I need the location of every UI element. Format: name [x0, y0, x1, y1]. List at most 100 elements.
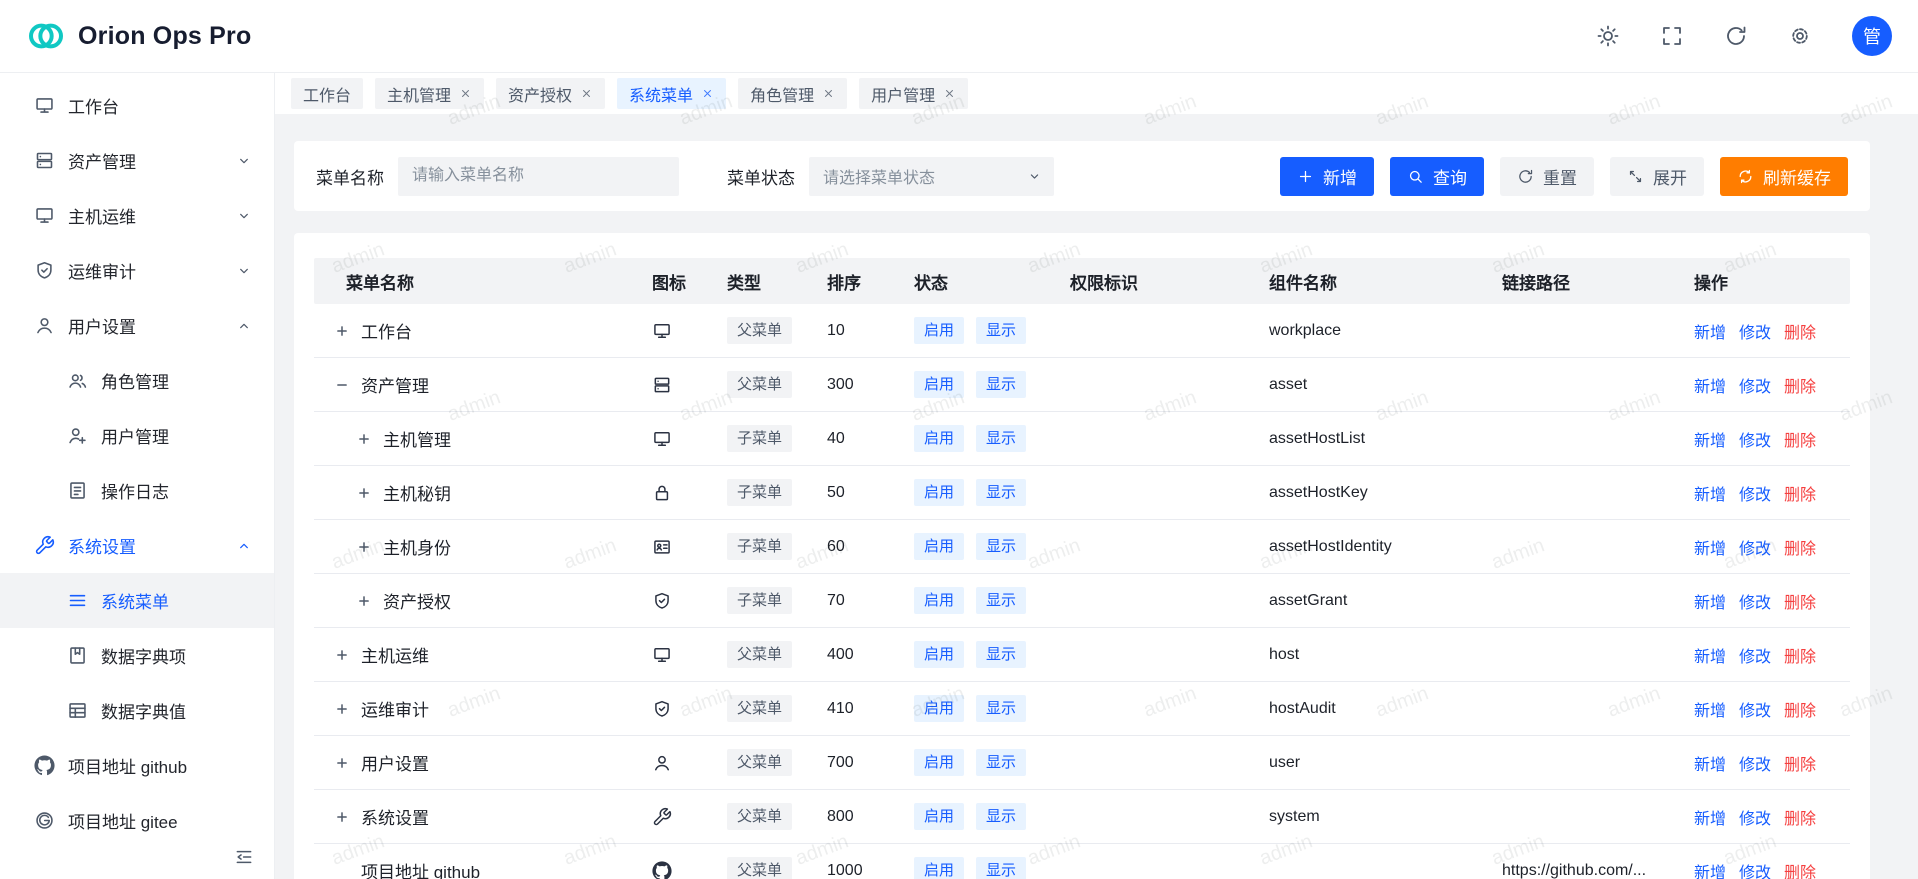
plus-icon: [1297, 168, 1314, 185]
row-add-link[interactable]: 新增: [1694, 649, 1726, 666]
tree-expand-icon[interactable]: [355, 592, 373, 610]
row-delete-link[interactable]: 删除: [1784, 649, 1816, 666]
sidebar-item-asset-management[interactable]: 资产管理: [0, 133, 274, 188]
row-actions: 新增修改删除: [1678, 373, 1850, 397]
sort-value: 1000: [811, 862, 898, 879]
sidebar-item-workbench[interactable]: 工作台: [0, 78, 274, 133]
tab-role-management[interactable]: 角色管理: [738, 78, 847, 109]
expand-button[interactable]: 展开: [1610, 157, 1704, 196]
sidebar-item-gitee[interactable]: 项目地址 gitee: [0, 793, 274, 848]
sidebar-item-system-settings[interactable]: 系统设置: [0, 518, 274, 573]
reset-button[interactable]: 重置: [1500, 157, 1594, 196]
tab-workbench[interactable]: 工作台: [291, 78, 363, 109]
component-value: assetHostList: [1253, 430, 1486, 448]
row-add-link[interactable]: 新增: [1694, 811, 1726, 828]
row-edit-link[interactable]: 修改: [1739, 595, 1771, 612]
row-add-link[interactable]: 新增: [1694, 325, 1726, 342]
tab-close-icon[interactable]: [943, 87, 956, 100]
status-enabled-tag: 启用: [914, 857, 964, 879]
row-delete-link[interactable]: 删除: [1784, 379, 1816, 396]
row-edit-link[interactable]: 修改: [1739, 703, 1771, 720]
menu-status-select[interactable]: 请选择菜单状态: [809, 157, 1054, 196]
tab-close-icon[interactable]: [822, 87, 835, 100]
sidebar: 工作台 资产管理 主机运维 运维审计 用户设置 角色管理 用户管理 操作日志 系…: [0, 73, 275, 879]
table-row: 资产授权 子菜单 70 启用显示 assetGrant 新增修改删除: [314, 574, 1850, 628]
tab-host-management[interactable]: 主机管理: [375, 78, 484, 109]
sidebar-item-user-settings[interactable]: 用户设置: [0, 298, 274, 353]
tree-expand-icon[interactable]: [333, 322, 351, 340]
refresh-icon[interactable]: [1724, 24, 1748, 48]
tree-collapse-icon[interactable]: [333, 376, 351, 394]
chevron-up-icon: [236, 318, 252, 334]
status-visible-tag: 显示: [976, 533, 1026, 560]
sidebar-item-operation-log[interactable]: 操作日志: [0, 463, 274, 518]
row-edit-link[interactable]: 修改: [1739, 325, 1771, 342]
sidebar-item-ops-audit[interactable]: 运维审计: [0, 243, 274, 298]
sidebar-item-dict-values[interactable]: 数据字典值: [0, 683, 274, 738]
row-add-link[interactable]: 新增: [1694, 541, 1726, 558]
sidebar-item-system-menu[interactable]: 系统菜单: [0, 573, 274, 628]
row-edit-link[interactable]: 修改: [1739, 379, 1771, 396]
row-add-link[interactable]: 新增: [1694, 379, 1726, 396]
sync-icon: [1737, 168, 1754, 185]
sidebar-item-role-management[interactable]: 角色管理: [0, 353, 274, 408]
tree-leaf-spacer: [333, 862, 351, 879]
row-edit-link[interactable]: 修改: [1739, 811, 1771, 828]
tab-close-icon[interactable]: [701, 87, 714, 100]
row-edit-link[interactable]: 修改: [1739, 487, 1771, 504]
tab-bar: 工作台 主机管理 资产授权 系统菜单 角色管理 用户管理: [275, 73, 1918, 114]
row-edit-link[interactable]: 修改: [1739, 865, 1771, 879]
tree-expand-icon[interactable]: [355, 538, 373, 556]
row-edit-link[interactable]: 修改: [1739, 541, 1771, 558]
add-button[interactable]: 新增: [1280, 157, 1374, 196]
expand-icon: [1627, 168, 1644, 185]
sidebar-item-user-management[interactable]: 用户管理: [0, 408, 274, 463]
tree-expand-icon[interactable]: [333, 808, 351, 826]
tree-expand-icon[interactable]: [333, 700, 351, 718]
row-delete-link[interactable]: 删除: [1784, 487, 1816, 504]
sidebar-item-host-ops[interactable]: 主机运维: [0, 188, 274, 243]
tab-close-icon[interactable]: [580, 87, 593, 100]
sidebar-collapse-icon[interactable]: [234, 847, 254, 867]
tree-expand-icon[interactable]: [333, 646, 351, 664]
tree-expand-icon[interactable]: [333, 754, 351, 772]
row-edit-link[interactable]: 修改: [1739, 649, 1771, 666]
component-value: user: [1253, 754, 1486, 772]
search-button[interactable]: 查询: [1390, 157, 1484, 196]
menu-name-input[interactable]: [398, 157, 679, 196]
desktop-icon: [34, 95, 55, 116]
menu-name-cell: 运维审计: [314, 696, 636, 721]
sidebar-item-github[interactable]: 项目地址 github: [0, 738, 274, 793]
row-delete-link[interactable]: 删除: [1784, 757, 1816, 774]
row-delete-link[interactable]: 删除: [1784, 433, 1816, 450]
theme-icon[interactable]: [1596, 24, 1620, 48]
tab-user-management[interactable]: 用户管理: [859, 78, 968, 109]
tab-asset-grant[interactable]: 资产授权: [496, 78, 605, 109]
row-delete-link[interactable]: 删除: [1784, 865, 1816, 879]
row-add-link[interactable]: 新增: [1694, 487, 1726, 504]
row-delete-link[interactable]: 删除: [1784, 325, 1816, 342]
row-edit-link[interactable]: 修改: [1739, 757, 1771, 774]
user-avatar[interactable]: 管: [1852, 16, 1892, 56]
row-delete-link[interactable]: 删除: [1784, 703, 1816, 720]
row-add-link[interactable]: 新增: [1694, 757, 1726, 774]
app-brand[interactable]: Orion Ops Pro: [26, 16, 251, 56]
row-delete-link[interactable]: 删除: [1784, 541, 1816, 558]
row-edit-link[interactable]: 修改: [1739, 433, 1771, 450]
tab-system-menu[interactable]: 系统菜单: [617, 78, 726, 109]
fullscreen-icon[interactable]: [1660, 24, 1684, 48]
row-delete-link[interactable]: 删除: [1784, 811, 1816, 828]
tree-expand-icon[interactable]: [355, 484, 373, 502]
row-delete-link[interactable]: 删除: [1784, 595, 1816, 612]
row-add-link[interactable]: 新增: [1694, 595, 1726, 612]
menu-name-label: 菜单名称: [316, 164, 384, 189]
sidebar-item-dict-items[interactable]: 数据字典项: [0, 628, 274, 683]
refresh-cache-button[interactable]: 刷新缓存: [1720, 157, 1848, 196]
header-actions: 管: [1596, 16, 1892, 56]
tab-close-icon[interactable]: [459, 87, 472, 100]
tree-expand-icon[interactable]: [355, 430, 373, 448]
row-add-link[interactable]: 新增: [1694, 865, 1726, 879]
row-add-link[interactable]: 新增: [1694, 703, 1726, 720]
row-add-link[interactable]: 新增: [1694, 433, 1726, 450]
settings-icon[interactable]: [1788, 24, 1812, 48]
